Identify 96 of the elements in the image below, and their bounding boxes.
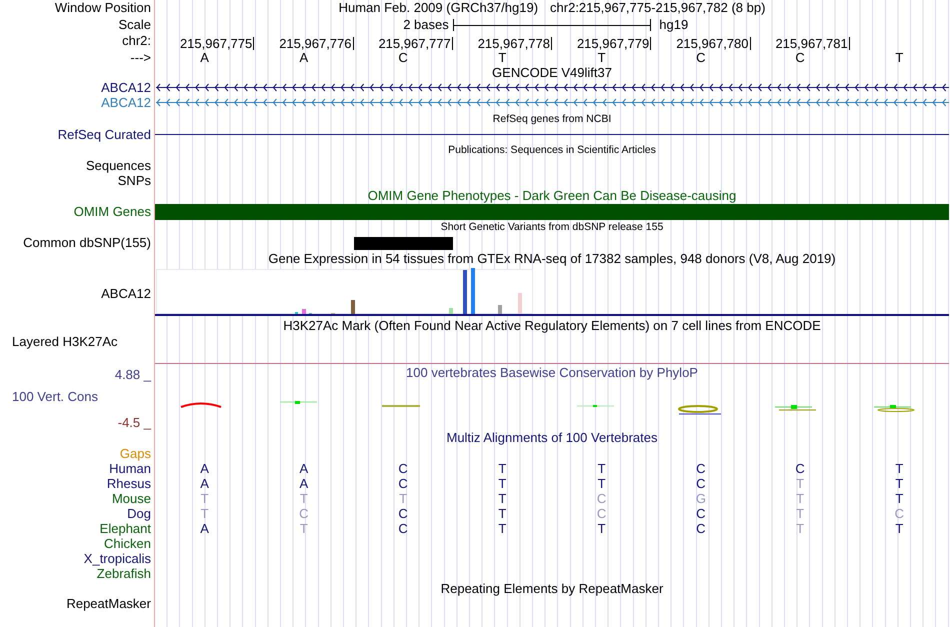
base-letter: T — [498, 461, 506, 476]
track-label[interactable]: OMIM Genes — [74, 204, 151, 219]
base-letter: T — [498, 521, 506, 536]
species-label: Chicken — [104, 536, 151, 551]
base-letter: C — [795, 461, 805, 476]
base-letter: C — [596, 491, 606, 506]
base-letter: C — [398, 461, 408, 476]
ruler-tick: 215,967,777 — [378, 37, 453, 50]
base-letter: T — [796, 506, 804, 521]
base-letter: C — [398, 506, 408, 521]
base-letter: C — [696, 521, 706, 536]
track-title: Gene Expression in 54 tissues from GTEx RNA-seq of 17382 samples, 948 donors (V8, Aug 2019) — [268, 251, 836, 268]
track-label: chr2: — [122, 33, 151, 48]
base-letter: T — [598, 521, 606, 536]
species-label: Human — [109, 461, 151, 476]
track-title: 100 vertebrates Basewise Conservation by PhyloP — [406, 366, 698, 380]
track-label: Gaps — [120, 446, 151, 461]
ruler-tick: 215,967,778 — [478, 37, 552, 50]
species-label: Rhesus — [106, 476, 151, 491]
base-letter: T — [796, 476, 804, 491]
base-letter: T — [200, 491, 209, 506]
scale-text: 2 bases — [403, 17, 449, 33]
track-title: Repeating Elements by RepeatMasker — [440, 581, 664, 596]
base-letter: C — [894, 506, 904, 521]
axis-max-label: 4.88 _ — [114, 368, 151, 381]
expression-bars-drawing[interactable] — [155, 268, 949, 318]
species-label: Elephant — [100, 521, 151, 536]
gene-label[interactable]: ABCA12 — [101, 95, 151, 110]
base-letter: A — [200, 521, 209, 536]
base-letter: T — [598, 461, 606, 476]
base-letter: T — [498, 491, 506, 506]
base-letter: T — [895, 461, 904, 476]
base-letter: C — [696, 50, 706, 65]
base-letter: T — [796, 491, 804, 506]
track-title: Short Genetic Variants from dbSNP release 155 — [440, 220, 664, 235]
track-label: RepeatMasker — [66, 596, 151, 611]
base-letter: C — [696, 461, 706, 476]
base-letter: C — [299, 506, 309, 521]
base-letter: T — [399, 491, 408, 506]
base-letter: C — [398, 521, 408, 536]
base-letter: T — [895, 521, 904, 536]
base-letter: T — [895, 476, 904, 491]
track-title: GENCODE V49lift37 — [492, 65, 612, 80]
ruler-tick: 215,967,780 — [676, 37, 750, 50]
track-label[interactable]: RefSeq Curated — [58, 127, 151, 142]
track-label: 100 Vert. Cons — [11, 390, 99, 403]
base-letter: T — [200, 506, 209, 521]
base-letter: C — [795, 50, 805, 65]
position-text: chr2:215,967,775-215,967,782 (8 bp) — [550, 0, 766, 17]
base-letter: A — [200, 50, 209, 65]
track-label: Scale — [118, 17, 151, 32]
base-letter: C — [696, 476, 706, 491]
track-title: H3K27Ac Mark (Often Found Near Active Regulatory Elements) on 7 cell lines from ENCODE — [283, 318, 821, 334]
track-title: Multiz Alignments of 100 Vertebrates — [446, 430, 658, 446]
base-letter: G — [696, 491, 706, 506]
track-label: Window Position — [54, 0, 151, 15]
track-label: SNPs — [118, 173, 151, 188]
base-letter: T — [498, 506, 506, 521]
ruler-tick: 215,967,775 — [180, 37, 254, 50]
track-label: Common dbSNP(155) — [23, 235, 151, 250]
base-letter: A — [300, 50, 308, 65]
base-letter: C — [398, 50, 408, 65]
ruler-tick: 215,967,779 — [576, 37, 652, 50]
species-label: Mouse — [112, 491, 151, 506]
track-label: Layered H3K27Ac — [12, 334, 118, 349]
base-letter: C — [398, 476, 408, 491]
base-letter: C — [696, 506, 706, 521]
base-letter: T — [598, 476, 606, 491]
base-letter: T — [895, 50, 904, 65]
base-letter: T — [895, 491, 904, 506]
track-title: Publications: Sequences in Scientific Articles — [448, 143, 656, 158]
track-title: RefSeq genes from NCBI — [492, 112, 612, 127]
species-label: Dog — [127, 506, 151, 521]
axis-min-label: -4.5 _ — [116, 416, 151, 429]
assembly-name: Human Feb. 2009 (GRCh37/hg19) — [338, 0, 538, 17]
strand-label: ---> — [130, 50, 151, 65]
base-letter: T — [498, 50, 506, 65]
base-letter: A — [200, 476, 209, 491]
assembly-label: hg19 — [659, 17, 688, 32]
track-title: OMIM Gene Phenotypes - Dark Green Can Be Disease-causing — [368, 188, 736, 204]
species-label: Zebrafish — [96, 566, 151, 581]
ruler-tick: 215,967,776 — [279, 37, 354, 50]
base-letter: A — [300, 476, 308, 491]
base-letter: T — [300, 521, 308, 536]
track-label: ABCA12 — [101, 286, 151, 300]
base-letter: C — [596, 506, 606, 521]
base-letter: A — [300, 461, 308, 476]
base-letter: T — [300, 491, 308, 506]
ruler-tick: 215,967,781 — [775, 37, 850, 50]
base-letter: T — [498, 476, 506, 491]
track-label: Sequences — [86, 158, 151, 173]
base-letter: T — [598, 50, 606, 65]
base-letter: T — [796, 521, 804, 536]
gene-label[interactable]: ABCA12 — [101, 80, 151, 95]
species-label: X_tropicalis — [84, 551, 151, 566]
base-letter: A — [200, 461, 209, 476]
